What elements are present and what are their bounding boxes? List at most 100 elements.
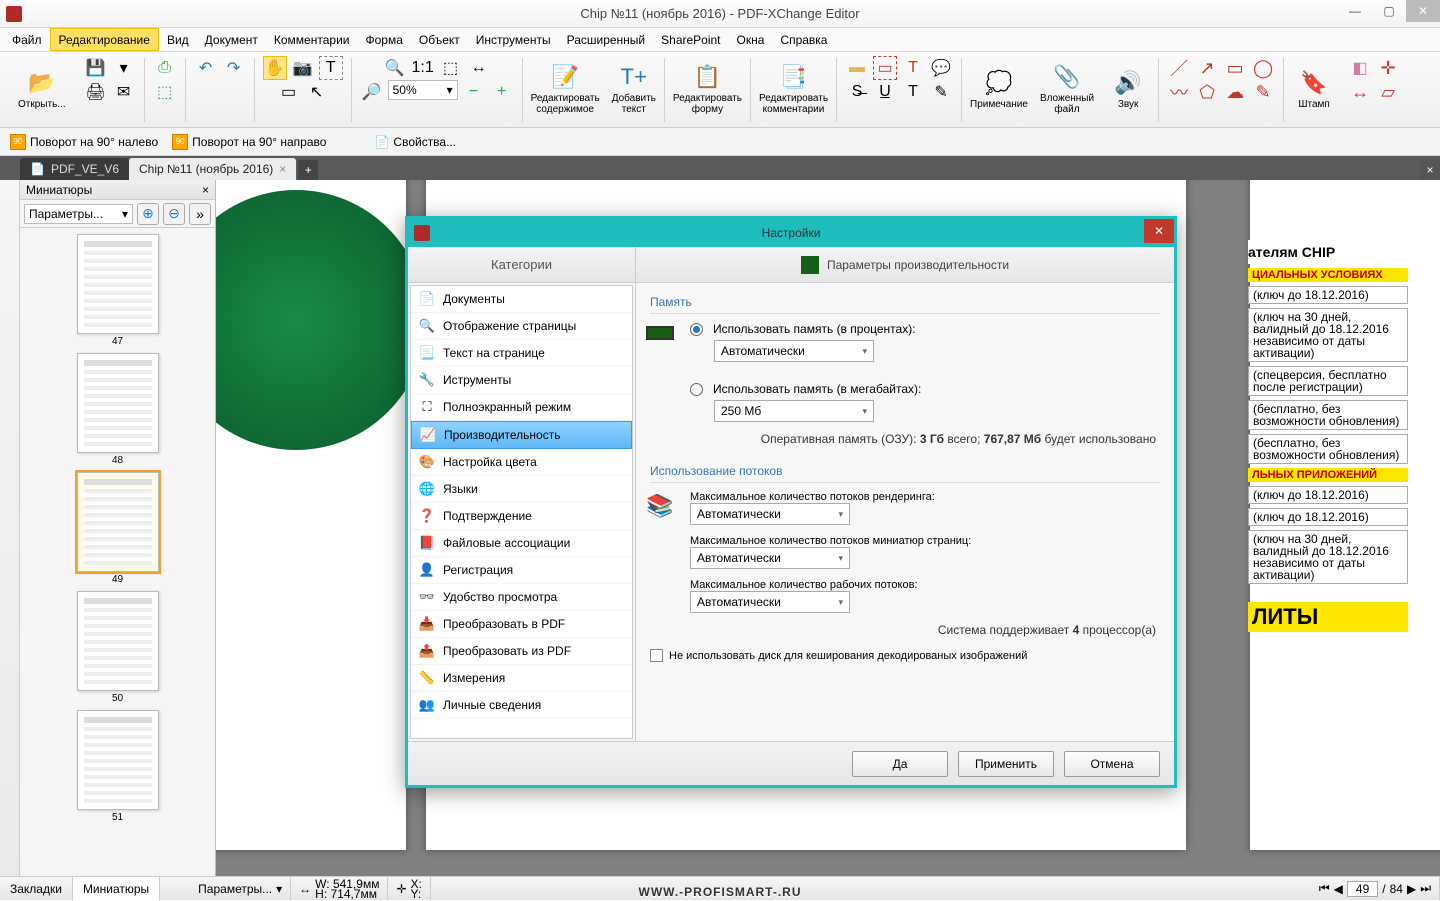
category-item-13[interactable]: 📤Преобразовать из PDF: [411, 638, 632, 665]
page-fit-icon[interactable]: ⬚: [439, 56, 463, 80]
text-callout-icon[interactable]: ✎: [929, 80, 953, 104]
ocr-icon[interactable]: ⬚: [153, 80, 177, 104]
distance-icon[interactable]: ↔: [1348, 80, 1372, 104]
category-item-6[interactable]: 🎨Настройка цвета: [411, 449, 632, 476]
category-item-11[interactable]: 👓Удобство просмотра: [411, 584, 632, 611]
thumbnail-page-47[interactable]: 47: [77, 234, 159, 347]
category-item-15[interactable]: 👥Личные сведения: [411, 692, 632, 719]
eraser-icon[interactable]: ◧: [1348, 56, 1372, 80]
thumbnails-options-dropdown[interactable]: Параметры...▾: [24, 204, 133, 224]
undo-icon[interactable]: ↶: [194, 56, 218, 80]
category-item-7[interactable]: 🌐Языки: [411, 476, 632, 503]
edit-content-button[interactable]: 📝Редактировать содержимое: [525, 54, 606, 124]
stamp-button[interactable]: 🔖Штамп: [1286, 54, 1342, 124]
pencil-shape-icon[interactable]: ✎: [1251, 80, 1275, 104]
render-threads-combo[interactable]: Автоматически▾: [690, 503, 850, 525]
bookmarks-tab[interactable]: Закладки: [0, 877, 73, 900]
memory-mb-radio[interactable]: [690, 383, 703, 396]
menu-item-1[interactable]: Редактирование: [50, 28, 159, 51]
prev-page-icon[interactable]: ◀: [1334, 882, 1343, 896]
zoom-out-icon[interactable]: 🔍: [383, 56, 407, 80]
category-item-8[interactable]: ❓Подтверждение: [411, 503, 632, 530]
menu-item-10[interactable]: Окна: [729, 28, 773, 51]
doc-tab-inactive[interactable]: 📄PDF_VE_V6: [20, 158, 129, 180]
attachment-button[interactable]: 📎Вложенный файл: [1034, 54, 1100, 124]
cancel-button[interactable]: Отмена: [1064, 751, 1160, 777]
select-text-icon[interactable]: T: [319, 56, 343, 80]
rotate-right-button[interactable]: 90Поворот на 90° направо: [172, 134, 326, 150]
memory-percent-combo[interactable]: Автоматически▾: [714, 340, 874, 362]
no-disk-cache-checkbox[interactable]: [650, 649, 663, 662]
polyline-shape-icon[interactable]: 〰: [1167, 80, 1191, 104]
category-item-1[interactable]: 🔍Отображение страницы: [411, 313, 632, 340]
cloud-shape-icon[interactable]: ☁: [1223, 80, 1247, 104]
last-page-icon[interactable]: ⏭: [1420, 881, 1431, 896]
save-icon[interactable]: 💾: [84, 56, 108, 80]
panel-close-icon[interactable]: ×: [202, 183, 209, 197]
rect-shape-icon[interactable]: ▭: [1223, 56, 1247, 80]
thumb-threads-combo[interactable]: Автоматически▾: [690, 547, 850, 569]
typewriter-icon[interactable]: T: [901, 80, 925, 104]
page-input[interactable]: 49: [1347, 881, 1378, 897]
oval-shape-icon[interactable]: ◯: [1251, 56, 1275, 80]
category-item-14[interactable]: 📏Измерения: [411, 665, 632, 692]
open-button[interactable]: 📂 Открыть...: [12, 56, 72, 123]
snapshot-icon[interactable]: 📷: [291, 56, 315, 80]
add-text-button[interactable]: T+Добавить текст: [606, 54, 662, 124]
menu-item-5[interactable]: Форма: [357, 28, 410, 51]
menu-item-3[interactable]: Документ: [197, 28, 266, 51]
polygon-shape-icon[interactable]: ⬠: [1195, 80, 1219, 104]
tab-add-button[interactable]: +: [298, 160, 318, 180]
arrow-shape-icon[interactable]: ↗: [1195, 56, 1219, 80]
menu-item-8[interactable]: Расширенный: [559, 28, 654, 51]
zoom-minus-icon[interactable]: −: [462, 80, 486, 104]
redo-icon[interactable]: ↷: [222, 56, 246, 80]
underline-icon[interactable]: U̲: [873, 80, 897, 104]
status-options[interactable]: Параметры...▾: [190, 877, 291, 900]
page-actual-icon[interactable]: 1:1: [411, 56, 435, 80]
edit-comments-button[interactable]: 📑Редактировать комментарии: [753, 54, 834, 124]
category-item-3[interactable]: 🔧Иструменты: [411, 367, 632, 394]
menu-item-4[interactable]: Комментарии: [266, 28, 358, 51]
line-shape-icon[interactable]: ／: [1167, 56, 1191, 80]
page-width-icon[interactable]: ↔: [467, 56, 491, 80]
category-item-12[interactable]: 📥Преобразовать в PDF: [411, 611, 632, 638]
maximize-button[interactable]: ▢: [1372, 0, 1406, 22]
scan-icon[interactable]: ⎙: [153, 56, 177, 80]
thumbnails-list[interactable]: 4748495051: [20, 228, 215, 876]
category-item-4[interactable]: ⛶Полноэкранный режим: [411, 394, 632, 421]
thumb-more-icon[interactable]: »: [189, 203, 211, 225]
properties-button[interactable]: 📄Свойства...: [374, 135, 456, 149]
highlight-icon[interactable]: ▬: [845, 56, 869, 80]
memory-percent-radio[interactable]: [690, 323, 703, 336]
note-button[interactable]: 💭Примечание: [964, 54, 1034, 124]
thumb-zoom-out-icon[interactable]: ⊖: [163, 203, 185, 225]
category-item-9[interactable]: 📕Файловые ассоциации: [411, 530, 632, 557]
menu-item-7[interactable]: Инструменты: [468, 28, 559, 51]
thumbnail-page-50[interactable]: 50: [77, 591, 159, 704]
select-area-icon[interactable]: ▭: [873, 56, 897, 80]
area-icon[interactable]: ▱: [1376, 80, 1400, 104]
measure-icon[interactable]: ✛: [1376, 56, 1400, 80]
category-item-5[interactable]: 📈Производительность: [411, 421, 632, 449]
category-item-2[interactable]: 📃Текст на странице: [411, 340, 632, 367]
thumbnail-page-51[interactable]: 51: [77, 710, 159, 823]
category-item-10[interactable]: 👤Регистрация: [411, 557, 632, 584]
close-button[interactable]: ✕: [1406, 0, 1440, 22]
text-box-icon[interactable]: T: [901, 56, 925, 80]
menu-item-0[interactable]: Файл: [4, 28, 50, 51]
pointer-icon[interactable]: ↖: [305, 80, 329, 104]
zoom-plus-icon[interactable]: +: [490, 80, 514, 104]
category-item-0[interactable]: 📄Документы: [411, 286, 632, 313]
zoom-in-icon[interactable]: 🔎: [360, 80, 384, 104]
mail-icon[interactable]: ✉: [112, 80, 136, 104]
menu-item-9[interactable]: SharePoint: [653, 28, 728, 51]
callout-icon[interactable]: 💬: [929, 56, 953, 80]
tab-overflow-close-icon[interactable]: ×: [1420, 160, 1440, 180]
thumbnail-page-49[interactable]: 49: [77, 472, 159, 585]
work-threads-combo[interactable]: Автоматически▾: [690, 591, 850, 613]
zoom-combo[interactable]: 50%▾: [388, 80, 458, 100]
hand-tool-icon[interactable]: ✋: [263, 56, 287, 80]
memory-mb-combo[interactable]: 250 Мб▾: [714, 400, 874, 422]
categories-list[interactable]: 📄Документы🔍Отображение страницы📃Текст на…: [410, 285, 633, 739]
